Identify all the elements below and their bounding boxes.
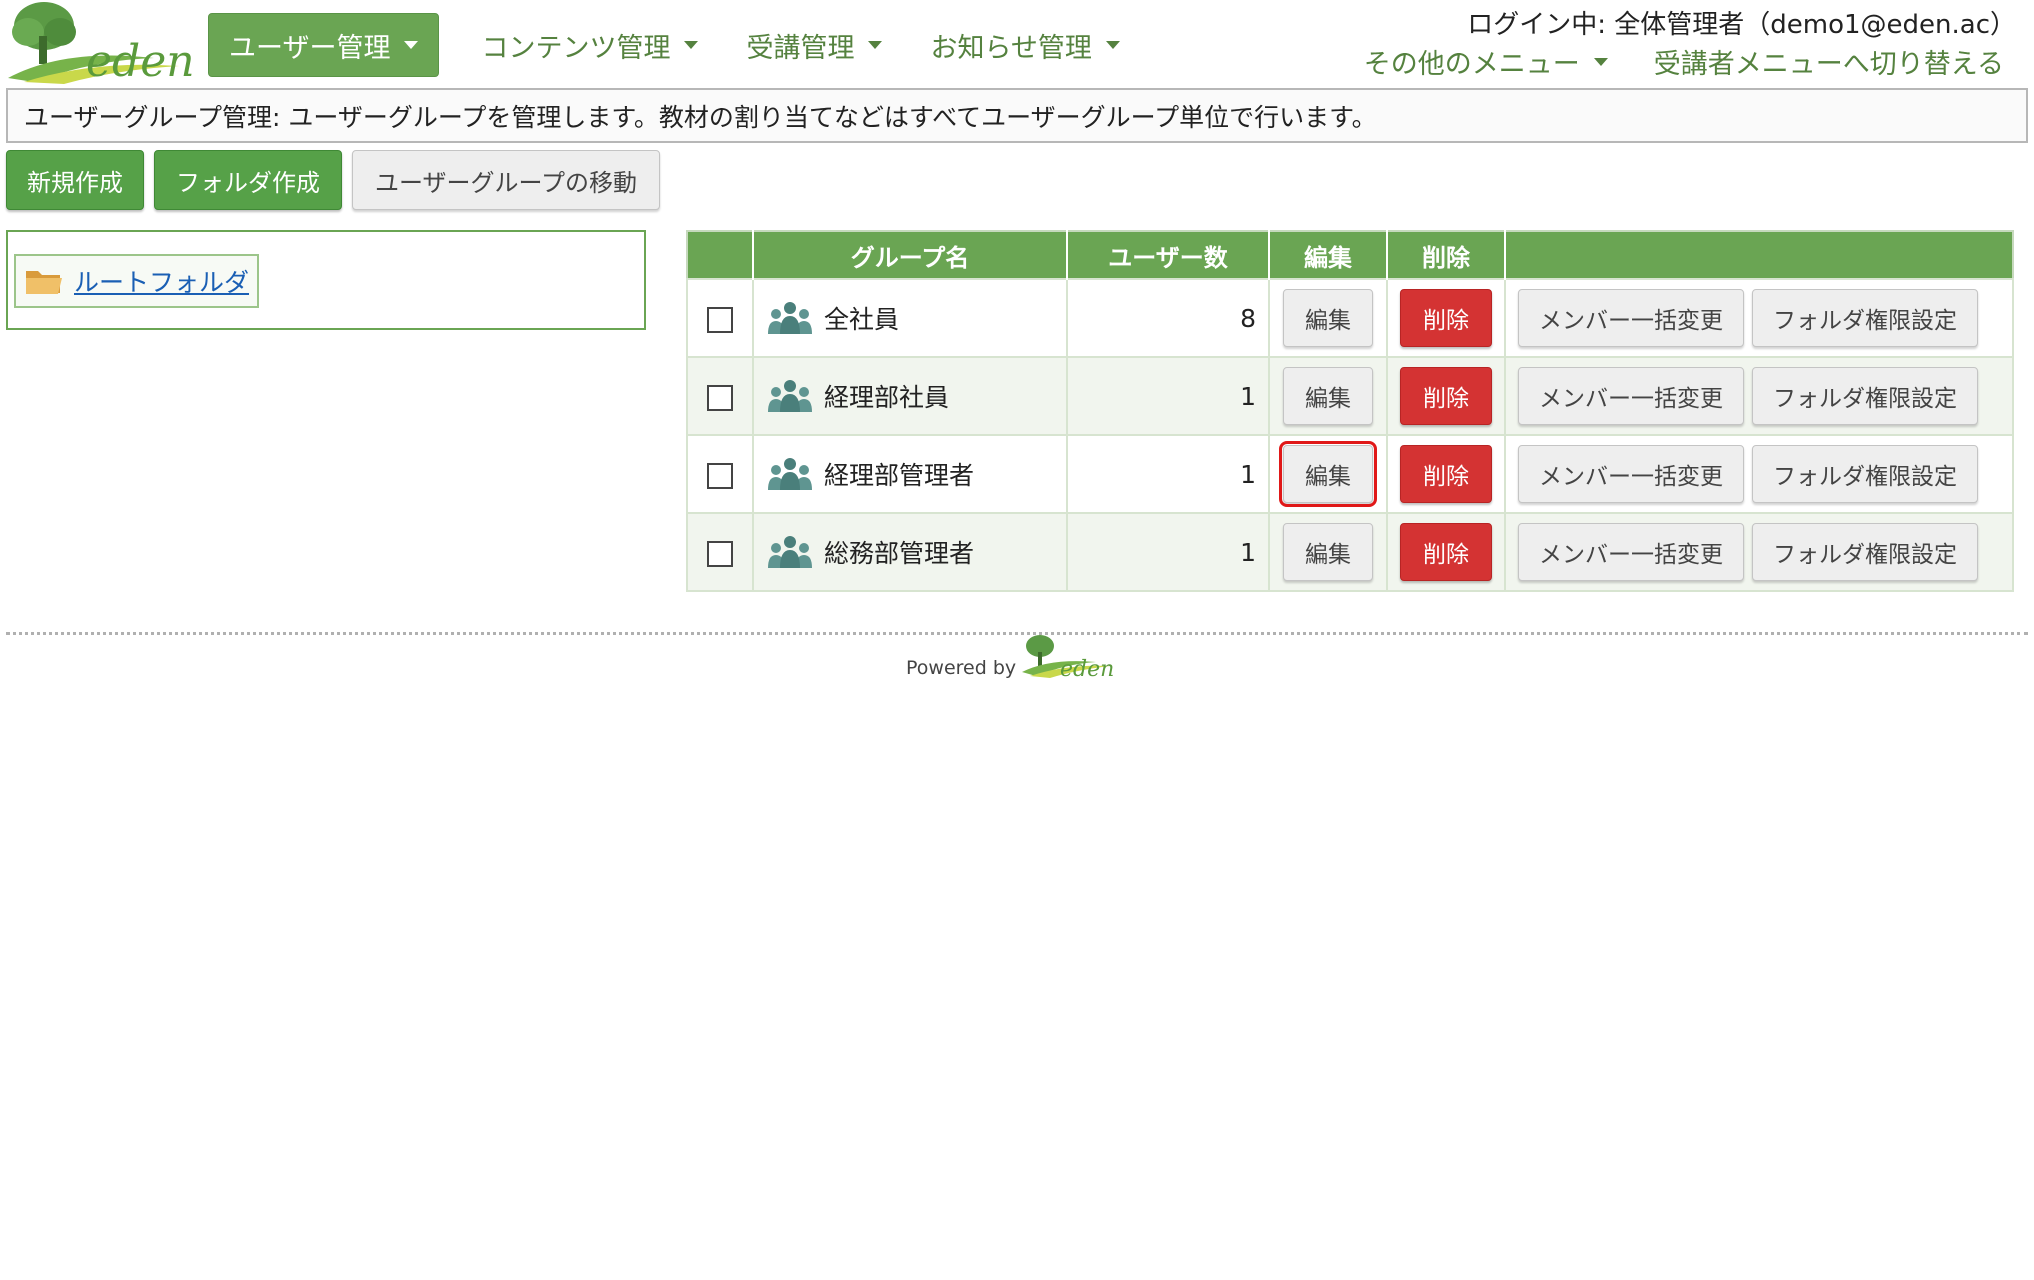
- login-info: ログイン中: 全体管理者（demo1@eden.ac）: [1467, 10, 2016, 40]
- table-row: 総務部管理者 1 編集 削除 メンバー一括変更 フォルダ権限設定: [686, 512, 2014, 592]
- delete-button[interactable]: 削除: [1400, 367, 1492, 425]
- folder-permission-button[interactable]: フォルダ権限設定: [1752, 445, 1978, 503]
- root-folder-link[interactable]: ルートフォルダ: [74, 263, 249, 299]
- folder-permission-button[interactable]: フォルダ権限設定: [1752, 289, 1978, 347]
- nav-course-management[interactable]: 受講管理: [728, 13, 900, 77]
- nav-user-management[interactable]: ユーザー管理: [208, 13, 440, 77]
- table-row: 経理部管理者 1 編集 削除 メンバー一括変更 フォルダ権限設定: [686, 434, 2014, 514]
- caret-down-icon: [1105, 41, 1120, 49]
- edit-button[interactable]: 編集: [1283, 367, 1373, 425]
- folder-permission-button[interactable]: フォルダ権限設定: [1752, 523, 1978, 581]
- table-header-row: グループ名 ユーザー数 編集 削除: [687, 231, 2013, 279]
- switch-to-learner-link[interactable]: 受講者メニューへ切り替える: [1646, 42, 2012, 81]
- tree-node-root[interactable]: ルートフォルダ: [14, 254, 260, 308]
- bulk-member-change-button[interactable]: メンバー一括変更: [1518, 445, 1744, 503]
- row-checkbox[interactable]: [707, 306, 733, 333]
- group-icon: [768, 536, 812, 568]
- folder-tree: ルートフォルダ: [6, 230, 646, 330]
- powered-by: Powered by eden: [906, 632, 1116, 682]
- user-count: 8: [1066, 278, 1270, 358]
- delete-button[interactable]: 削除: [1400, 445, 1492, 503]
- group-icon: [768, 380, 812, 412]
- folder-icon: [26, 271, 62, 294]
- bulk-member-change-button[interactable]: メンバー一括変更: [1518, 523, 1744, 581]
- group-name: 総務部管理者: [824, 539, 975, 568]
- group-icon: [768, 302, 812, 334]
- powered-by-text: Powered by: [906, 657, 1017, 679]
- edit-button[interactable]: 編集: [1279, 441, 1377, 507]
- other-menu-dropdown[interactable]: その他のメニュー: [1356, 42, 1616, 81]
- header-delete: 削除: [1386, 231, 1505, 279]
- delete-button[interactable]: 削除: [1400, 523, 1492, 581]
- group-name: 経理部社員: [824, 383, 950, 412]
- delete-button[interactable]: 削除: [1400, 289, 1492, 347]
- row-checkbox[interactable]: [707, 540, 733, 567]
- table-row: 全社員 8 編集 削除 メンバー一括変更 フォルダ権限設定: [686, 278, 2014, 358]
- bulk-member-change-button[interactable]: メンバー一括変更: [1518, 289, 1744, 347]
- move-group-button[interactable]: ユーザーグループの移動: [352, 150, 660, 210]
- caret-down-icon: [1593, 57, 1608, 66]
- caret-down-icon: [404, 41, 419, 49]
- page-description: ユーザーグループ管理: ユーザーグループを管理します。教材の割り当てなどはすべて…: [6, 88, 2028, 143]
- header-group-name[interactable]: グループ名: [752, 231, 1067, 279]
- group-name: 経理部管理者: [824, 461, 975, 490]
- group-icon: [768, 458, 812, 490]
- user-count: 1: [1066, 356, 1270, 436]
- row-checkbox[interactable]: [707, 462, 733, 489]
- main-nav: ユーザー管理 コンテンツ管理 受講管理 お知らせ管理: [208, 13, 1138, 77]
- group-name: 全社員: [824, 305, 900, 334]
- toolbar: 新規作成 フォルダ作成 ユーザーグループの移動: [6, 150, 660, 210]
- other-menu-label: その他のメニュー: [1363, 49, 1580, 80]
- nav-content-management[interactable]: コンテンツ管理: [463, 13, 716, 77]
- nav-label: 受講管理: [746, 32, 855, 64]
- user-count: 1: [1066, 434, 1270, 514]
- header-select: [687, 231, 753, 279]
- folder-permission-button[interactable]: フォルダ権限設定: [1752, 367, 1978, 425]
- new-button[interactable]: 新規作成: [6, 150, 144, 210]
- edit-button[interactable]: 編集: [1283, 523, 1373, 581]
- svg-text:eden: eden: [1060, 657, 1114, 682]
- caret-down-icon: [684, 41, 699, 49]
- eden-footer-logo: eden: [1022, 635, 1114, 682]
- header-right-nav: その他のメニュー 受講者メニューへ切り替える: [1356, 42, 2012, 81]
- group-table: グループ名 ユーザー数 編集 削除 全社員 8 編集 削除 メンバー一括変更 フ…: [686, 230, 2014, 592]
- caret-down-icon: [868, 41, 883, 49]
- edit-button[interactable]: 編集: [1283, 289, 1373, 347]
- user-count: 1: [1066, 512, 1270, 592]
- header-user-count[interactable]: ユーザー数: [1066, 231, 1269, 279]
- nav-label: お知らせ管理: [930, 32, 1092, 64]
- nav-label: ユーザー管理: [229, 32, 391, 64]
- header-operations: [1504, 231, 2013, 279]
- bulk-member-change-button[interactable]: メンバー一括変更: [1518, 367, 1744, 425]
- row-checkbox[interactable]: [707, 384, 733, 411]
- table-row: 経理部社員 1 編集 削除 メンバー一括変更 フォルダ権限設定: [686, 356, 2014, 436]
- nav-label: コンテンツ管理: [481, 32, 671, 64]
- header-edit: 編集: [1268, 231, 1387, 279]
- eden-logo[interactable]: eden: [4, 0, 194, 84]
- svg-text:eden: eden: [86, 36, 194, 84]
- nav-notice-management[interactable]: お知らせ管理: [912, 13, 1137, 77]
- create-folder-button[interactable]: フォルダ作成: [154, 150, 342, 210]
